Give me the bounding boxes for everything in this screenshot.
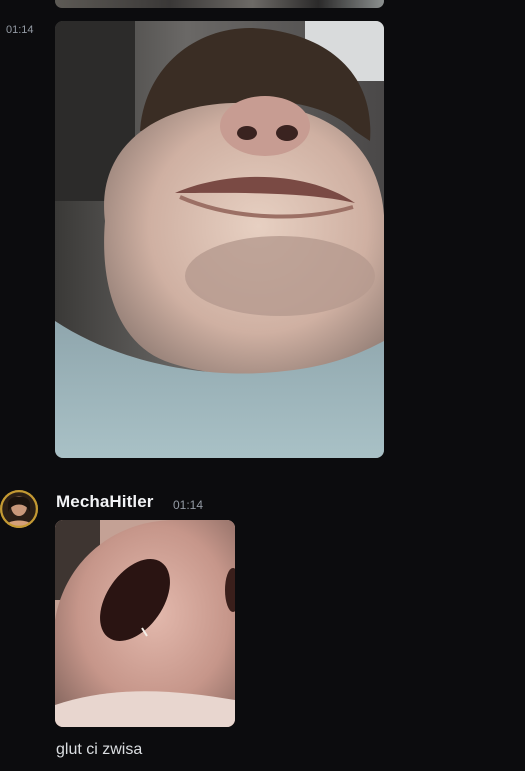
nose-photo-graphic — [55, 520, 235, 727]
avatar-image — [0, 490, 38, 528]
message-text: glut ci zwisa — [56, 741, 143, 758]
chat-view: 01:14 MechaHitler 01:14 glut ci zwisa — [0, 0, 525, 771]
user-avatar[interactable] — [0, 490, 38, 528]
message-username[interactable]: MechaHitler — [56, 492, 153, 512]
image-attachment-nose[interactable] — [55, 520, 235, 727]
message-timestamp: 01:14 — [173, 498, 204, 512]
message-timestamp: 01:14 — [6, 24, 34, 36]
face-photo-graphic — [55, 21, 384, 458]
image-attachment-face[interactable] — [55, 21, 384, 458]
previous-image-attachment[interactable] — [55, 0, 384, 8]
